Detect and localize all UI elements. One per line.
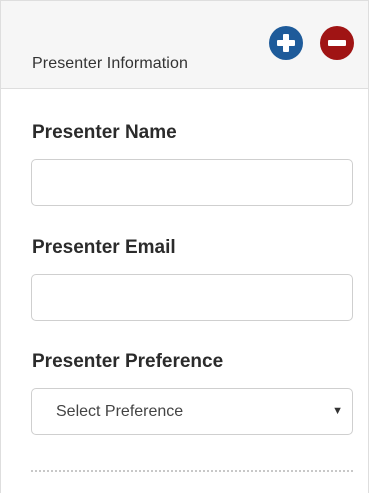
section-divider — [31, 470, 353, 472]
presenter-name-input[interactable] — [31, 159, 353, 206]
chevron-down-icon: ▼ — [332, 405, 343, 417]
add-presenter-button[interactable] — [269, 26, 303, 60]
plus-circle-icon — [269, 26, 303, 60]
presenter-information-panel: Presenter Information Presenter Name Pre… — [0, 0, 369, 493]
panel-header: Presenter Information — [1, 1, 368, 89]
select-selected-value: Select Preference — [56, 403, 184, 420]
presenter-preference-select[interactable]: Select Preference ▼ — [31, 388, 353, 435]
presenter-preference-label: Presenter Preference — [32, 351, 224, 372]
presenter-name-label: Presenter Name — [32, 122, 177, 143]
panel-title: Presenter Information — [32, 55, 188, 72]
remove-presenter-button[interactable] — [320, 26, 354, 60]
presenter-email-label: Presenter Email — [32, 237, 176, 258]
presenter-email-input[interactable] — [31, 274, 353, 321]
minus-circle-icon — [320, 26, 354, 60]
